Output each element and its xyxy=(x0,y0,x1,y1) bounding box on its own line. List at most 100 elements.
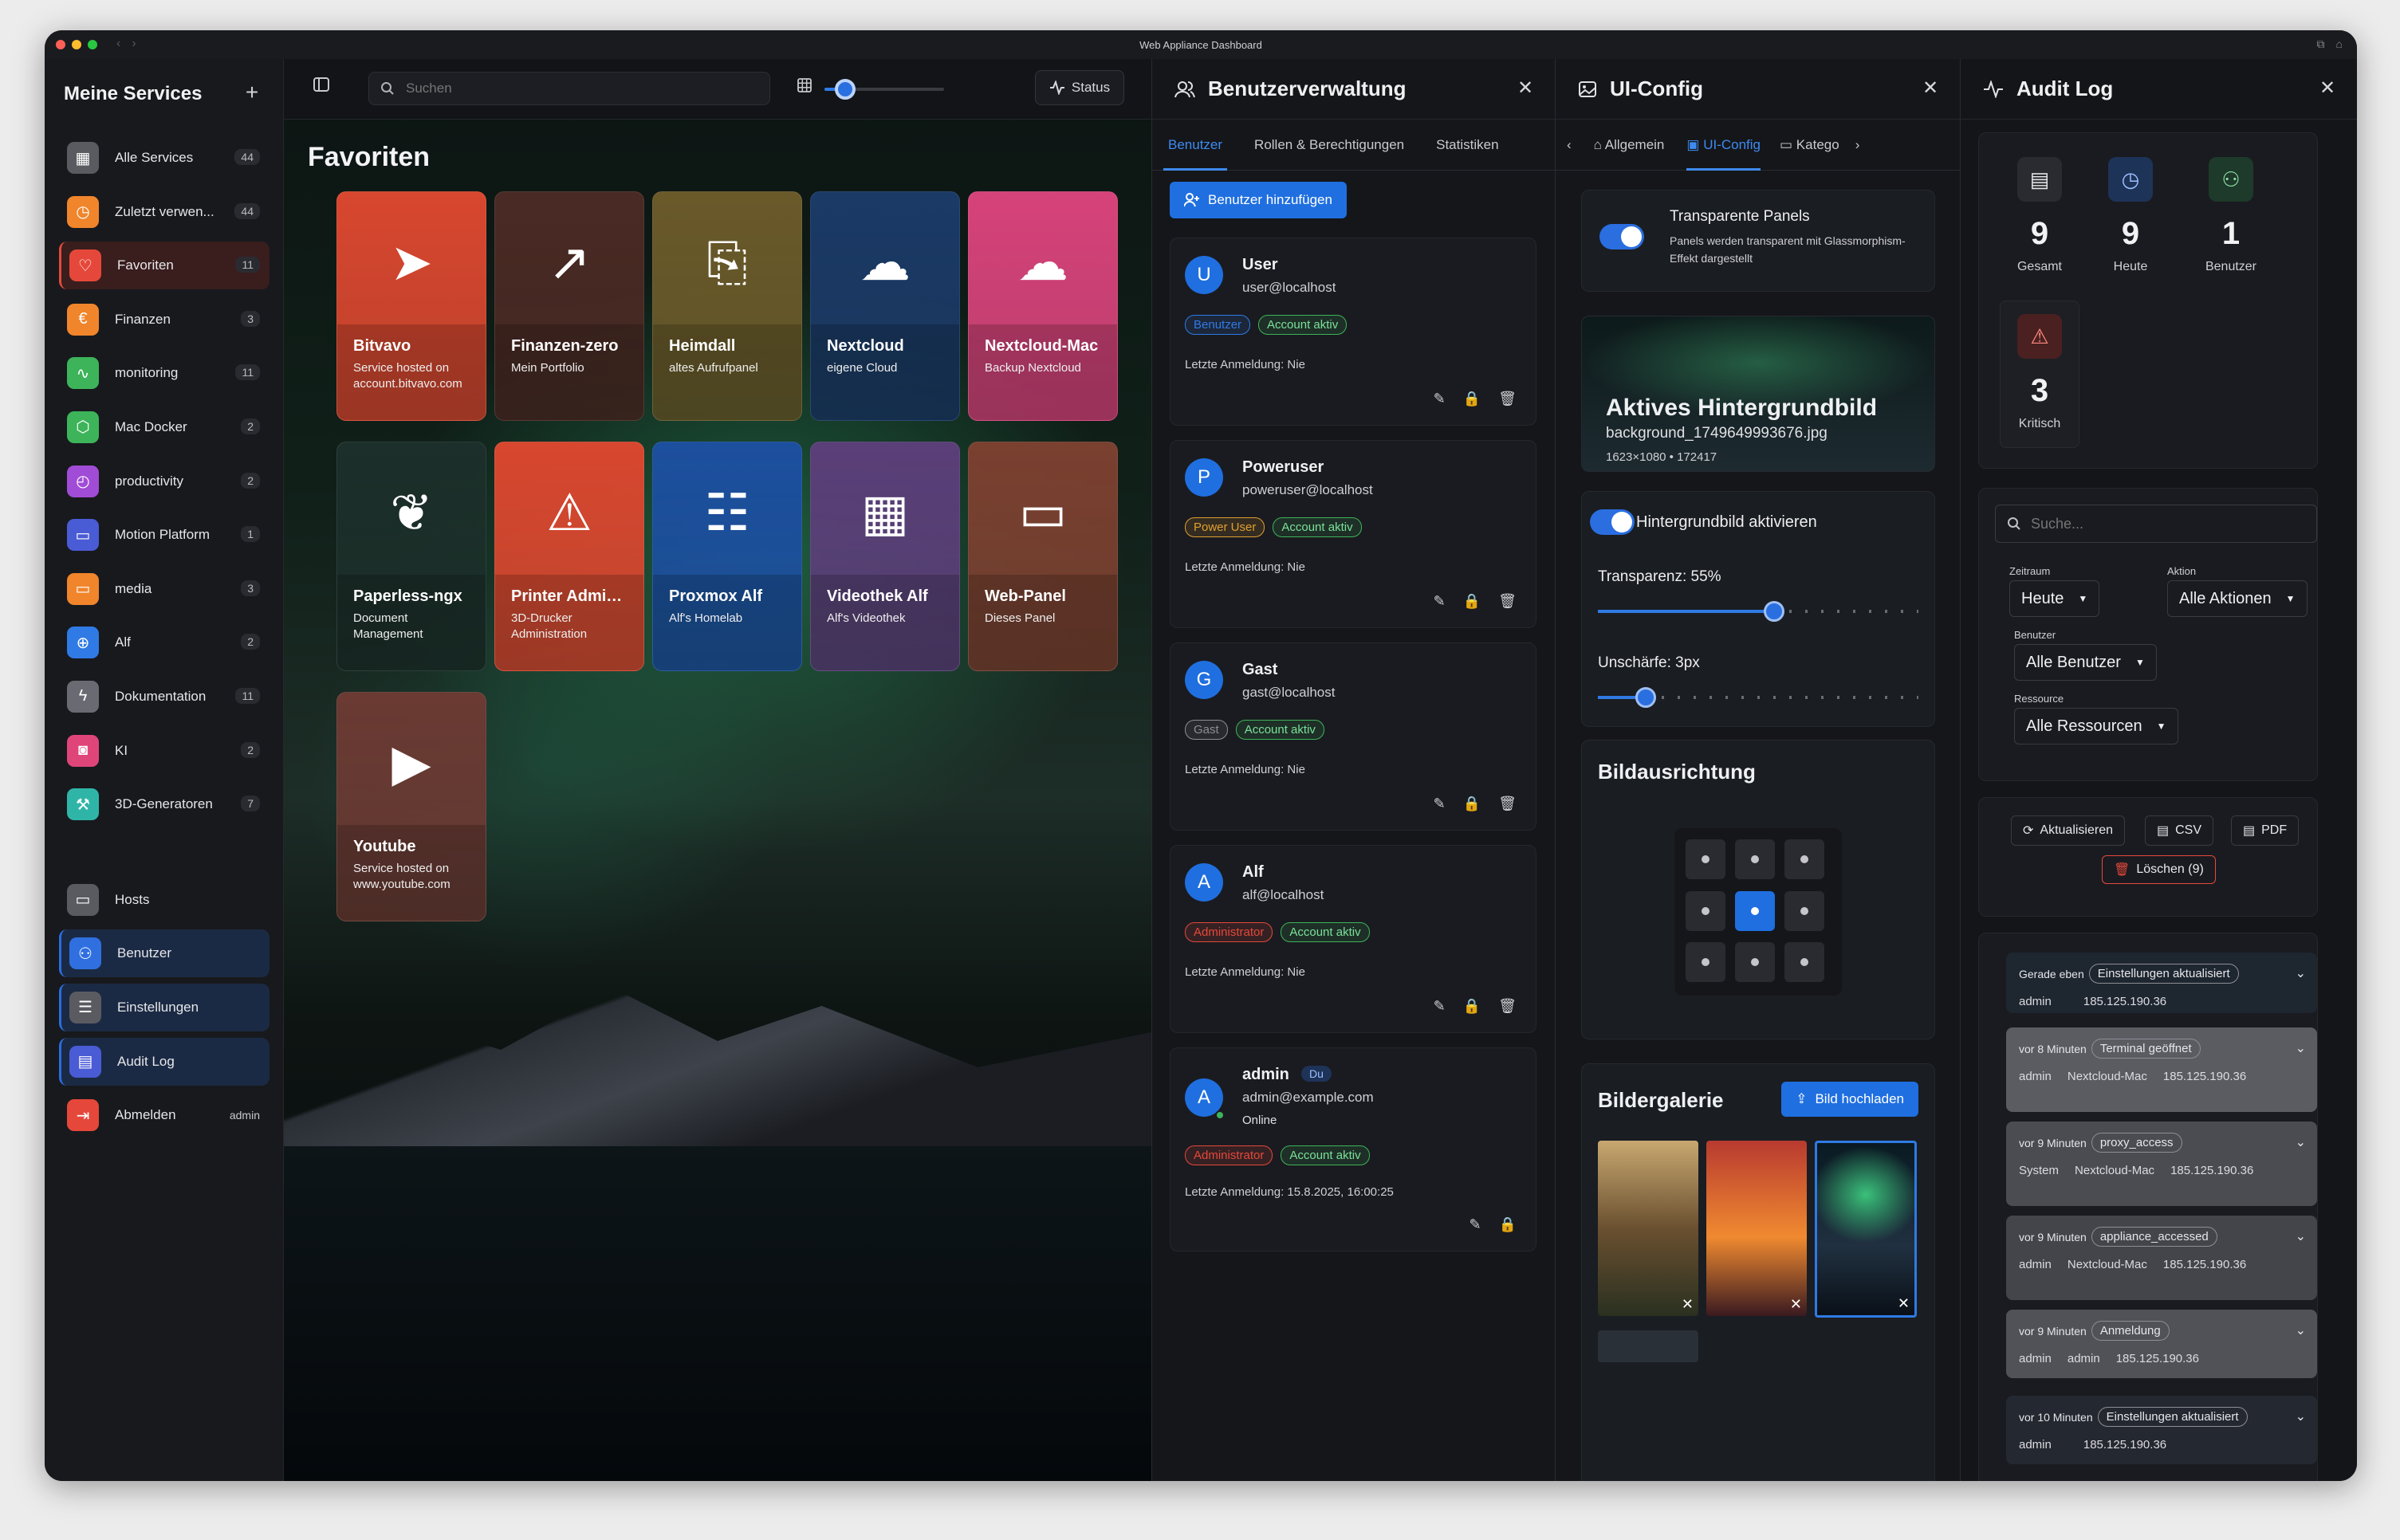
chevron-down-icon[interactable]: ⌄ xyxy=(2296,1322,2306,1338)
sidebar-item[interactable]: ϟ Dokumentation 11 xyxy=(59,673,270,721)
tab-ui-config[interactable]: ▣ UI-Config xyxy=(1675,120,1772,171)
transparency-knob[interactable] xyxy=(1764,601,1785,622)
background-enable-toggle[interactable] xyxy=(1590,509,1635,535)
log-entry[interactable]: vor 8 Minuten Terminal geöffnet ⌄ admin Next… xyxy=(2006,1027,2317,1112)
close-panel-button[interactable]: ✕ xyxy=(2314,75,2341,102)
sidebar-item[interactable]: ▭ media 3 xyxy=(59,565,270,613)
service-tile[interactable]: ☷ Proxmox Alf Alf's Homelab xyxy=(652,442,802,671)
service-tile[interactable]: ▭ Web-Panel Dieses Panel xyxy=(968,442,1118,671)
service-tile[interactable]: ❦ Paperless-ngx Document Management xyxy=(336,442,486,671)
search-bar[interactable] xyxy=(368,72,770,105)
tab-statistiken[interactable]: Statistiken xyxy=(1420,120,1514,171)
trash-icon[interactable]: 🗑 xyxy=(1498,796,1517,812)
sidebar-item[interactable]: ◙ KI 2 xyxy=(59,727,270,775)
sidebar-item[interactable]: ⇥ Abmelden admin xyxy=(59,1091,270,1139)
sidebar-item[interactable]: ∿ monitoring 11 xyxy=(59,349,270,397)
service-tile[interactable]: ☁ Nextcloud-Mac Backup Nextcloud xyxy=(968,191,1118,421)
tab-allgemein[interactable]: ⌂ Allgemein xyxy=(1583,120,1676,171)
delete-logs-button[interactable]: 🗑 Löschen (9) xyxy=(2102,855,2216,884)
trash-icon[interactable]: 🗑 xyxy=(1498,998,1517,1015)
gallery-image-mountain[interactable]: ✕ xyxy=(1598,1141,1698,1316)
benutzer-select[interactable]: Alle Benutzer ▼ xyxy=(2014,644,2157,681)
status-button[interactable]: Status xyxy=(1035,70,1124,105)
sidebar-item[interactable]: ⚒ 3D-Generatoren 7 xyxy=(59,780,270,828)
gallery-image-palms[interactable]: ✕ xyxy=(1706,1141,1807,1316)
browser-nav-arrows[interactable]: ‹› xyxy=(116,37,148,51)
grid-view-button[interactable] xyxy=(791,75,818,102)
service-tile[interactable]: ☁ Nextcloud eigene Cloud xyxy=(810,191,960,421)
lock-icon[interactable]: 🔒 xyxy=(1463,391,1481,407)
tab-rollen[interactable]: Rollen & Berechtigungen xyxy=(1238,120,1420,171)
alignment-cell[interactable] xyxy=(1686,839,1725,879)
log-entry[interactable]: vor 9 Minuten appliance_accessed ⌄ admin Nex… xyxy=(2006,1216,2317,1300)
edit-icon[interactable]: ✎ xyxy=(1434,391,1446,407)
sidebar-item[interactable]: ▦ Alle Services 44 xyxy=(59,134,270,182)
chevron-down-icon[interactable]: ⌄ xyxy=(2296,965,2306,981)
tile-size-knob[interactable] xyxy=(834,79,856,100)
trash-icon[interactable]: 🗑 xyxy=(1498,391,1517,407)
service-tile[interactable]: ↗ Finanzen-zero Mein Portfolio xyxy=(494,191,644,421)
audit-search-bar[interactable] xyxy=(1995,505,2317,543)
transparency-slider[interactable] xyxy=(1598,601,1918,622)
sidebar-item[interactable]: ▭ Hosts xyxy=(59,876,270,924)
minimize-window-button[interactable] xyxy=(72,40,81,49)
tile-size-slider[interactable] xyxy=(824,79,944,100)
close-window-button[interactable] xyxy=(56,40,65,49)
service-tile[interactable]: ▶ Youtube Service hosted on www.youtube.co… xyxy=(336,692,486,921)
edit-icon[interactable]: ✎ xyxy=(1434,796,1446,812)
chevron-down-icon[interactable]: ⌄ xyxy=(2296,1134,2306,1150)
edit-icon[interactable]: ✎ xyxy=(1434,998,1446,1015)
edit-icon[interactable]: ✎ xyxy=(1469,1216,1481,1233)
alignment-cell[interactable] xyxy=(1686,890,1725,931)
ressource-select[interactable]: Alle Ressourcen ▼ xyxy=(2014,708,2178,744)
zoom-window-button[interactable] xyxy=(88,40,97,49)
sidebar-item[interactable]: ◷ Zuletzt verwen... 44 xyxy=(59,188,270,236)
sidebar-item[interactable]: ▭ Motion Platform 1 xyxy=(59,511,270,559)
zeitraum-select[interactable]: Heute ▼ xyxy=(2009,580,2100,617)
gallery-image-partial[interactable] xyxy=(1598,1330,1698,1362)
close-panel-button[interactable]: ✕ xyxy=(1512,75,1539,102)
log-entry[interactable]: vor 9 Minuten Anmeldung ⌄ admin admin 185.125… xyxy=(2006,1310,2317,1378)
tab-benutzer[interactable]: Benutzer xyxy=(1152,120,1238,171)
alignment-cell[interactable] xyxy=(1735,942,1775,983)
service-tile[interactable]: ⎘ Heimdall altes Aufrufpanel xyxy=(652,191,802,421)
chevron-down-icon[interactable]: ⌄ xyxy=(2296,1228,2306,1244)
remove-image-icon[interactable]: ✕ xyxy=(1682,1296,1694,1313)
lock-icon[interactable]: 🔒 xyxy=(1499,1216,1517,1233)
tab-kategorien[interactable]: ▭ Katego xyxy=(1772,120,1847,171)
alignment-cell[interactable] xyxy=(1784,890,1824,931)
sidebar-item[interactable]: € Finanzen 3 xyxy=(59,296,270,344)
lock-icon[interactable]: 🔒 xyxy=(1463,593,1481,610)
lock-icon[interactable]: 🔒 xyxy=(1463,998,1481,1015)
tabs-scroll-right-icon[interactable]: › xyxy=(1847,120,1868,171)
upload-image-button[interactable]: ⇪ Bild hochladen xyxy=(1781,1082,1918,1117)
refresh-button[interactable]: ⟳ Aktualisieren xyxy=(2011,815,2126,846)
log-entry[interactable]: vor 9 Minuten proxy_access ⌄ System Nextclou… xyxy=(2006,1122,2317,1206)
alignment-cell[interactable] xyxy=(1686,942,1725,983)
toggle-sidebar-button[interactable] xyxy=(308,75,335,102)
sidebar-item[interactable]: ⬡ Mac Docker 2 xyxy=(59,403,270,451)
add-service-button[interactable]: + xyxy=(238,80,266,107)
blur-slider[interactable] xyxy=(1598,687,1918,708)
close-panel-button[interactable]: ✕ xyxy=(1917,75,1944,102)
service-tile[interactable]: ➤ Bitvavo Service hosted on account.bitvav… xyxy=(336,191,486,421)
gallery-image-aurora[interactable]: ✕ xyxy=(1815,1141,1917,1318)
alignment-cell[interactable] xyxy=(1735,839,1775,879)
alignment-cell[interactable] xyxy=(1784,839,1824,879)
chevron-down-icon[interactable]: ⌄ xyxy=(2296,1408,2306,1424)
export-csv-button[interactable]: ▤ CSV xyxy=(2145,815,2214,846)
alignment-cell[interactable] xyxy=(1784,942,1824,983)
blur-knob[interactable] xyxy=(1635,687,1657,708)
remove-image-icon[interactable]: ✕ xyxy=(1790,1296,1802,1313)
export-pdf-button[interactable]: ▤ PDF xyxy=(2231,815,2300,846)
audit-search-input[interactable] xyxy=(2031,515,2302,532)
aktion-select[interactable]: Alle Aktionen ▼ xyxy=(2167,580,2308,617)
sidebar-item[interactable]: ◴ productivity 2 xyxy=(59,458,270,505)
sidebar-item[interactable]: ⚇ Benutzer xyxy=(59,929,270,978)
edit-icon[interactable]: ✎ xyxy=(1434,593,1446,610)
sidebar-item[interactable]: ☰ Einstellungen xyxy=(59,983,270,1031)
service-tile[interactable]: ⚠ Printer Admin... 3D-Drucker Administrati… xyxy=(494,442,644,671)
remove-image-icon[interactable]: ✕ xyxy=(1898,1295,1910,1312)
trash-icon[interactable]: 🗑 xyxy=(1498,593,1517,610)
transparent-panels-toggle[interactable] xyxy=(1599,224,1644,249)
